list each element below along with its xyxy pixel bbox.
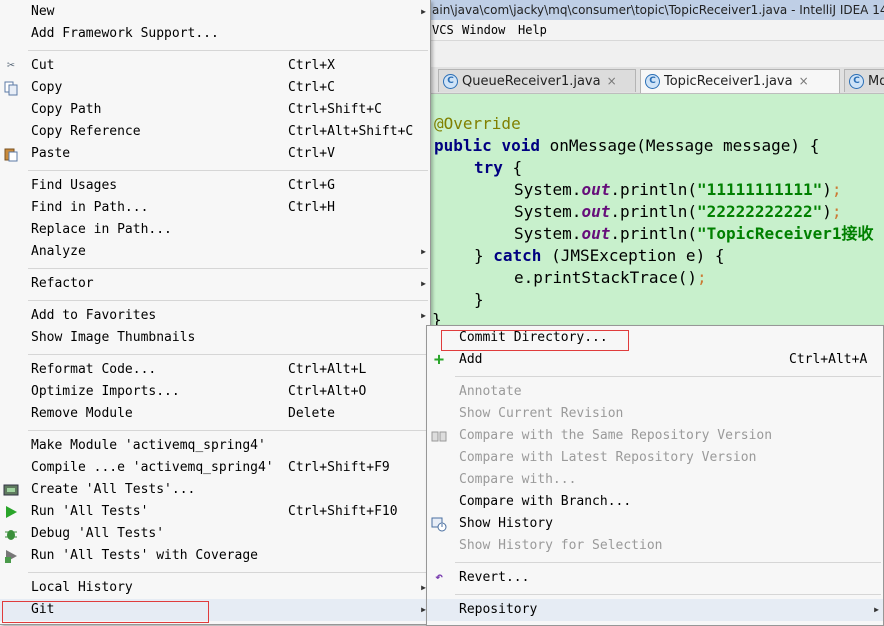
menu-help[interactable]: Help xyxy=(518,20,547,40)
submenu-arrow-icon: ▶ xyxy=(421,311,426,320)
tab-mq[interactable]: C Mq xyxy=(844,69,884,92)
submenu-arrow-icon: ▶ xyxy=(421,7,426,16)
menu-item-show-history-selection[interactable]: Show History for Selection xyxy=(427,535,883,557)
menu-item-compare-same-version[interactable]: Compare with the Same Repository Version xyxy=(427,425,883,447)
menu-separator xyxy=(455,376,881,377)
code-line: System.out.println("11111111111"); xyxy=(514,180,842,199)
project-context-menu: New ▶ Add Framework Support... ✂ Cut Ctrl+… xyxy=(0,0,431,625)
scissors-icon: ✂ xyxy=(7,58,15,73)
debug-icon xyxy=(3,526,19,542)
revert-icon: ↶ xyxy=(435,570,443,585)
coverage-icon xyxy=(3,548,19,564)
menu-item-show-current-revision[interactable]: Show Current Revision xyxy=(427,403,883,425)
menu-item-run-tests[interactable]: Run 'All Tests' Ctrl+Shift+F10 xyxy=(0,501,430,523)
code-line: System.out.println("22222222222"); xyxy=(514,202,842,221)
menu-item-remove-module[interactable]: Remove Module Delete xyxy=(0,403,430,425)
menu-item-git[interactable]: Git ▶ xyxy=(0,599,430,621)
menu-item-paste[interactable]: Paste Ctrl+V xyxy=(0,143,430,165)
menu-item-find-usages[interactable]: Find Usages Ctrl+G xyxy=(0,175,430,197)
menu-item-copy-path[interactable]: Copy Path Ctrl+Shift+C xyxy=(0,99,430,121)
menu-item-add[interactable]: + Add Ctrl+Alt+A xyxy=(427,349,883,371)
compare-icon xyxy=(431,428,447,444)
close-icon[interactable]: × xyxy=(799,74,809,88)
menu-separator xyxy=(28,572,428,573)
tab-topic-receiver[interactable]: C TopicReceiver1.java × xyxy=(640,69,840,93)
menu-item-optimize-imports[interactable]: Optimize Imports... Ctrl+Alt+O xyxy=(0,381,430,403)
menu-separator xyxy=(28,300,428,301)
menu-item-show-history[interactable]: Show History xyxy=(427,513,883,535)
menu-separator xyxy=(28,354,428,355)
menu-item-replace-in-path[interactable]: Replace in Path... xyxy=(0,219,430,241)
run-icon xyxy=(3,504,19,520)
menu-item-new[interactable]: New ▶ xyxy=(0,1,430,23)
code-line: } catch (JMSException e) { xyxy=(474,246,725,265)
close-icon[interactable]: × xyxy=(607,74,617,88)
menu-item-run-coverage[interactable]: Run 'All Tests' with Coverage xyxy=(0,545,430,567)
tab-queue-receiver[interactable]: C QueueReceiver1.java × xyxy=(438,69,636,92)
class-icon: C xyxy=(645,74,660,89)
menu-item-debug-tests[interactable]: Debug 'All Tests' xyxy=(0,523,430,545)
menu-item-compile[interactable]: Compile ...e 'activemq_spring4' Ctrl+Shif… xyxy=(0,457,430,479)
menu-item-repository[interactable]: Repository ▶ xyxy=(427,599,883,621)
menu-separator xyxy=(28,268,428,269)
menu-item-make-module[interactable]: Make Module 'activemq_spring4' xyxy=(0,435,430,457)
submenu-arrow-icon: ▶ xyxy=(874,605,879,614)
create-test-icon xyxy=(3,482,19,498)
menu-item-local-history[interactable]: Local History ▶ xyxy=(0,577,430,599)
menu-separator xyxy=(455,562,881,563)
menu-item-cut[interactable]: ✂ Cut Ctrl+X xyxy=(0,55,430,77)
menu-item-copy[interactable]: Copy Ctrl+C xyxy=(0,77,430,99)
menu-separator xyxy=(28,430,428,431)
code-line: try { xyxy=(474,158,523,177)
copy-icon xyxy=(3,80,19,96)
git-submenu: Commit Directory... + Add Ctrl+Alt+A Anno… xyxy=(426,325,884,626)
menu-item-find-in-path[interactable]: Find in Path... Ctrl+H xyxy=(0,197,430,219)
code-line: @Override xyxy=(434,114,521,133)
menu-item-copy-reference[interactable]: Copy Reference Ctrl+Alt+Shift+C xyxy=(0,121,430,143)
menu-item-reformat[interactable]: Reformat Code... Ctrl+Alt+L xyxy=(0,359,430,381)
tab-label: TopicReceiver1.java xyxy=(664,74,793,89)
menu-item-refactor[interactable]: Refactor ▶ xyxy=(0,273,430,295)
menu-separator xyxy=(455,594,881,595)
tab-label: QueueReceiver1.java xyxy=(462,74,601,89)
menu-item-analyze[interactable]: Analyze ▶ xyxy=(0,241,430,263)
menu-window[interactable]: Window xyxy=(462,20,505,40)
window-title: ain\java\com\jacky\mq\consumer\topic\Top… xyxy=(432,3,884,17)
history-icon xyxy=(431,516,447,532)
menu-vcs[interactable]: VCS xyxy=(432,20,454,40)
code-line: e.printStackTrace(); xyxy=(514,268,707,287)
class-icon: C xyxy=(849,74,864,89)
menu-item-commit-directory[interactable]: Commit Directory... xyxy=(427,327,883,349)
menu-item-compare-branch[interactable]: Compare with Branch... xyxy=(427,491,883,513)
submenu-arrow-icon: ▶ xyxy=(421,247,426,256)
submenu-arrow-icon: ▶ xyxy=(421,279,426,288)
code-line: System.out.println("TopicReceiver1接收 xyxy=(514,224,874,243)
menu-item-compare-with[interactable]: Compare with... xyxy=(427,469,883,491)
menu-item-compare-latest-version[interactable]: Compare with Latest Repository Version xyxy=(427,447,883,469)
menu-item-show-thumbnails[interactable]: Show Image Thumbnails xyxy=(0,327,430,349)
code-line: public void onMessage(Message message) { xyxy=(434,136,820,155)
tab-label: Mq xyxy=(868,74,884,89)
code-line: } xyxy=(474,290,484,309)
menu-item-add-favorites[interactable]: Add to Favorites ▶ xyxy=(0,305,430,327)
menu-item-annotate[interactable]: Annotate xyxy=(427,381,883,403)
menu-separator xyxy=(28,50,428,51)
plus-icon: + xyxy=(433,350,445,370)
class-icon: C xyxy=(443,74,458,89)
paste-icon xyxy=(3,146,19,162)
menu-item-create-tests[interactable]: Create 'All Tests'... xyxy=(0,479,430,501)
menu-item-revert[interactable]: ↶ Revert... xyxy=(427,567,883,589)
menu-separator xyxy=(28,170,428,171)
menu-item-add-framework[interactable]: Add Framework Support... xyxy=(0,23,430,45)
